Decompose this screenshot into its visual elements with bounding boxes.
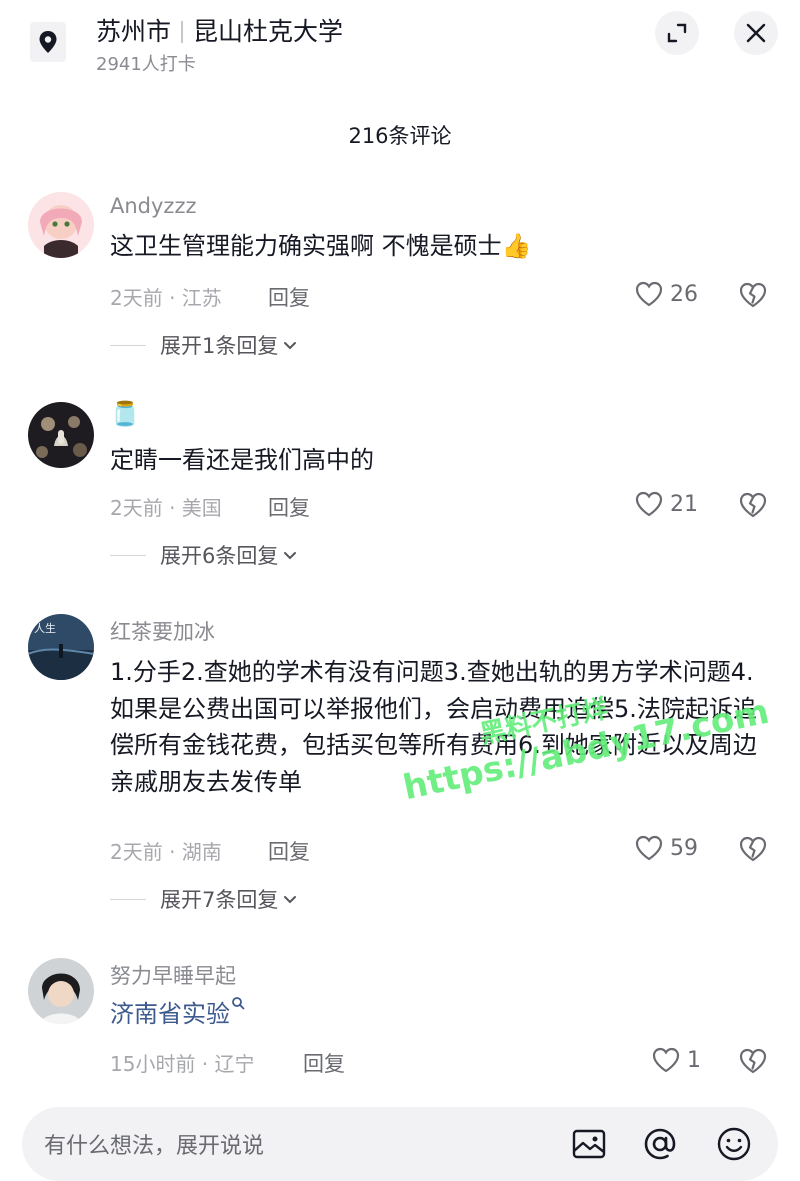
heart-icon [652, 1047, 680, 1073]
expand-icon [667, 23, 687, 43]
search-icon[interactable] [231, 996, 245, 1010]
svg-text:人生: 人生 [34, 621, 56, 635]
like-button[interactable]: 59 [634, 834, 698, 862]
comment-meta: 2天前 · 美国 [110, 496, 222, 520]
location-pin-icon [30, 22, 66, 62]
close-button[interactable] [734, 11, 778, 55]
like-button[interactable]: 1 [651, 1046, 701, 1074]
heart-icon [635, 281, 663, 307]
like-button[interactable]: 21 [634, 490, 698, 518]
comment-link-text[interactable]: 济南省实验 [110, 1000, 230, 1028]
comment-meta: 2天前 · 江苏 [110, 286, 222, 310]
avatar[interactable] [28, 958, 94, 1024]
emoji-icon[interactable] [714, 1124, 754, 1164]
like-count: 26 [670, 281, 698, 307]
comment-text[interactable]: 济南省实验 [110, 996, 245, 1033]
expand-divider [110, 898, 146, 900]
reply-button[interactable]: 回复 [268, 836, 310, 866]
comment-text: 定睛一看还是我们高中的 [110, 446, 374, 474]
like-count: 59 [670, 835, 698, 861]
reply-button[interactable]: 回复 [303, 1048, 345, 1078]
place-name[interactable]: 昆山杜克大学 [193, 17, 343, 46]
expand-replies-button[interactable]: 展开1条回复 [110, 330, 298, 360]
reply-button[interactable]: 回复 [268, 282, 310, 312]
comment-username[interactable]: 努力早睡早起 [110, 960, 236, 990]
like-button[interactable]: 26 [634, 280, 698, 308]
close-icon [746, 23, 766, 43]
broken-heart-icon[interactable] [738, 1047, 768, 1075]
comment-input-bar[interactable]: 有什么想法，展开说说 [22, 1107, 778, 1181]
like-count: 21 [670, 491, 698, 517]
like-count: 1 [687, 1047, 701, 1073]
broken-heart-icon[interactable] [738, 835, 768, 863]
expand-replies-label: 展开7条回复 [160, 888, 279, 912]
comment-input[interactable]: 有什么想法，展开说说 [44, 1128, 264, 1160]
location-title[interactable]: 苏州市 昆山杜克大学 [96, 12, 343, 48]
expand-replies-button[interactable]: 展开6条回复 [110, 540, 298, 570]
comment-text: 这卫生管理能力确实强啊 不愧是硕士👍 [110, 232, 532, 260]
heart-icon [635, 491, 663, 517]
chevron-down-icon [284, 552, 297, 560]
comment-meta: 2天前 · 湖南 [110, 840, 222, 864]
image-icon[interactable] [569, 1124, 609, 1164]
title-divider [181, 21, 184, 43]
comment-meta: 15小时前 · 辽宁 [110, 1052, 255, 1076]
location-header: 苏州市 昆山杜克大学 2941人打卡 [0, 0, 800, 90]
checkin-count: 2941人打卡 [96, 54, 196, 75]
expand-divider [110, 554, 146, 556]
expand-replies-button[interactable]: 展开7条回复 [110, 884, 298, 914]
comment-username[interactable]: 🫙 [110, 400, 140, 428]
broken-heart-icon[interactable] [738, 491, 768, 519]
at-icon[interactable] [640, 1124, 680, 1164]
chevron-down-icon [284, 342, 297, 350]
comment-username[interactable]: Andyzzz [110, 194, 197, 218]
expand-divider [110, 344, 146, 346]
expand-button[interactable] [655, 11, 699, 55]
avatar[interactable]: 人生 [28, 614, 94, 680]
broken-heart-icon[interactable] [738, 281, 768, 309]
reply-button[interactable]: 回复 [268, 492, 310, 522]
comment-count: 216条评论 [348, 124, 452, 148]
expand-replies-label: 展开1条回复 [160, 334, 279, 358]
avatar[interactable] [28, 192, 94, 258]
heart-icon [635, 835, 663, 861]
expand-replies-label: 展开6条回复 [160, 544, 279, 568]
city-name[interactable]: 苏州市 [96, 17, 171, 46]
chevron-down-icon [284, 896, 297, 904]
comment-username[interactable]: 红茶要加冰 [110, 616, 215, 646]
avatar[interactable] [28, 402, 94, 468]
